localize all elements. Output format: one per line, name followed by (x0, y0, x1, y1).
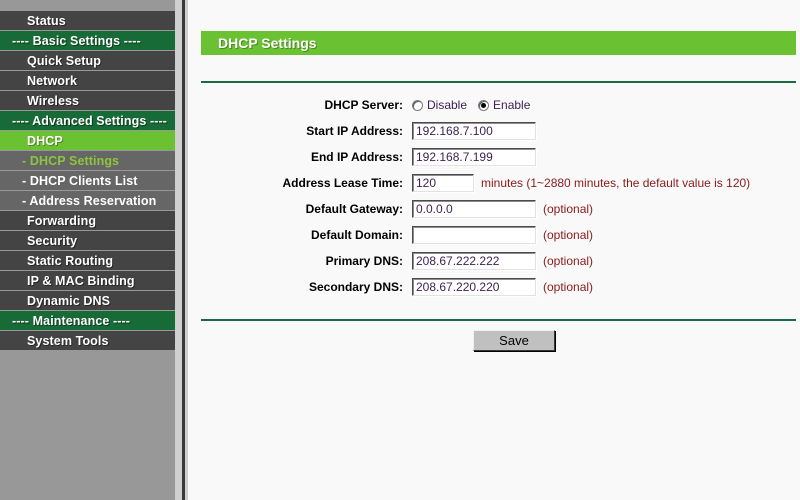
sidebar-item-forwarding[interactable]: Forwarding (0, 211, 182, 231)
label-default-domain: Default Domain: (310, 228, 403, 242)
radio-label-disable: Disable (427, 98, 468, 112)
sidebar-item-status[interactable]: Status (0, 11, 182, 31)
sidebar-section-maintenance: ---- Maintenance ---- (0, 311, 182, 331)
default-domain-optional-hint: (optional) (543, 228, 594, 242)
top-divider (201, 81, 796, 83)
sidebar-item-dhcp-clients-list[interactable]: - DHCP Clients List (0, 171, 182, 191)
sidebar-section-basic-settings: ---- Basic Settings ---- (0, 31, 182, 51)
sidebar-item-dhcp-settings[interactable]: - DHCP Settings (0, 151, 182, 171)
row-end-ip: End IP Address: (188, 144, 800, 170)
field-dhcp-server: Disable Enable (412, 98, 530, 112)
row-dhcp-server: DHCP Server: Disable Enable (188, 92, 800, 118)
sidebar: Status ---- Basic Settings ---- Quick Se… (0, 0, 182, 500)
start-ip-input[interactable] (412, 122, 536, 140)
sidebar-item-security[interactable]: Security (0, 231, 182, 251)
field-default-gateway: (optional) (412, 200, 593, 218)
label-secondary-dns: Secondary DNS: (308, 280, 403, 294)
label-lease-time: Address Lease Time: (282, 176, 404, 190)
bottom-divider (201, 319, 796, 321)
radio-option-disable[interactable]: Disable (412, 98, 467, 112)
sidebar-menu: Status ---- Basic Settings ---- Quick Se… (0, 11, 182, 351)
label-primary-dns: Primary DNS: (325, 254, 403, 268)
default-gateway-input[interactable] (412, 200, 536, 218)
radio-unchecked-icon[interactable] (412, 99, 423, 111)
sidebar-item-address-reservation[interactable]: - Address Reservation (0, 191, 182, 211)
sidebar-item-wireless[interactable]: Wireless (0, 91, 182, 111)
label-dhcp-server: DHCP Server: (324, 98, 403, 112)
secondary-dns-input[interactable] (412, 278, 536, 296)
primary-dns-input[interactable] (412, 252, 536, 270)
sidebar-item-network[interactable]: Network (0, 71, 182, 91)
main-content: DHCP Settings DHCP Server: Disable Enabl… (188, 0, 800, 500)
sidebar-item-dynamic-dns[interactable]: Dynamic DNS (0, 291, 182, 311)
router-admin-page: Status ---- Basic Settings ---- Quick Se… (0, 0, 800, 500)
sidebar-top-strip (0, 0, 182, 11)
dhcp-server-radio-group: Disable Enable (412, 98, 530, 112)
sidebar-section-advanced-settings: ---- Advanced Settings ---- (0, 111, 182, 131)
save-button[interactable]: Save (473, 330, 555, 351)
default-gateway-optional-hint: (optional) (543, 202, 594, 216)
radio-label-enable: Enable (493, 98, 531, 112)
dhcp-settings-form: DHCP Server: Disable Enable Start IP Add… (188, 92, 800, 300)
row-secondary-dns: Secondary DNS: (optional) (188, 274, 800, 300)
row-default-domain: Default Domain: (optional) (188, 222, 800, 248)
label-default-gateway: Default Gateway: (305, 202, 403, 216)
field-primary-dns: (optional) (412, 252, 593, 270)
sidebar-gutter (175, 0, 182, 500)
primary-dns-optional-hint: (optional) (543, 254, 594, 268)
field-default-domain: (optional) (412, 226, 593, 244)
row-default-gateway: Default Gateway: (optional) (188, 196, 800, 222)
field-start-ip (412, 122, 536, 140)
radio-option-enable[interactable]: Enable (478, 98, 530, 112)
field-lease-time: minutes (1~2880 minutes, the default val… (412, 174, 750, 192)
row-lease-time: Address Lease Time: minutes (1~2880 minu… (188, 170, 800, 196)
field-secondary-dns: (optional) (412, 278, 593, 296)
sidebar-item-system-tools[interactable]: System Tools (0, 331, 182, 351)
sidebar-item-quick-setup[interactable]: Quick Setup (0, 51, 182, 71)
row-start-ip: Start IP Address: (188, 118, 800, 144)
sidebar-item-ip-mac-binding[interactable]: IP & MAC Binding (0, 271, 182, 291)
label-end-ip: End IP Address: (310, 150, 403, 164)
lease-time-input[interactable] (412, 174, 474, 192)
sidebar-item-dhcp[interactable]: DHCP (0, 131, 182, 151)
row-primary-dns: Primary DNS: (optional) (188, 248, 800, 274)
end-ip-input[interactable] (412, 148, 536, 166)
sidebar-item-static-routing[interactable]: Static Routing (0, 251, 182, 271)
radio-checked-icon[interactable] (478, 99, 490, 111)
secondary-dns-optional-hint: (optional) (543, 280, 594, 294)
default-domain-input[interactable] (412, 226, 536, 244)
label-start-ip: Start IP Address: (306, 124, 403, 138)
field-end-ip (412, 148, 536, 166)
lease-time-hint: minutes (1~2880 minutes, the default val… (481, 176, 751, 190)
page-title: DHCP Settings (201, 31, 796, 55)
save-button-area: Save (188, 330, 800, 351)
